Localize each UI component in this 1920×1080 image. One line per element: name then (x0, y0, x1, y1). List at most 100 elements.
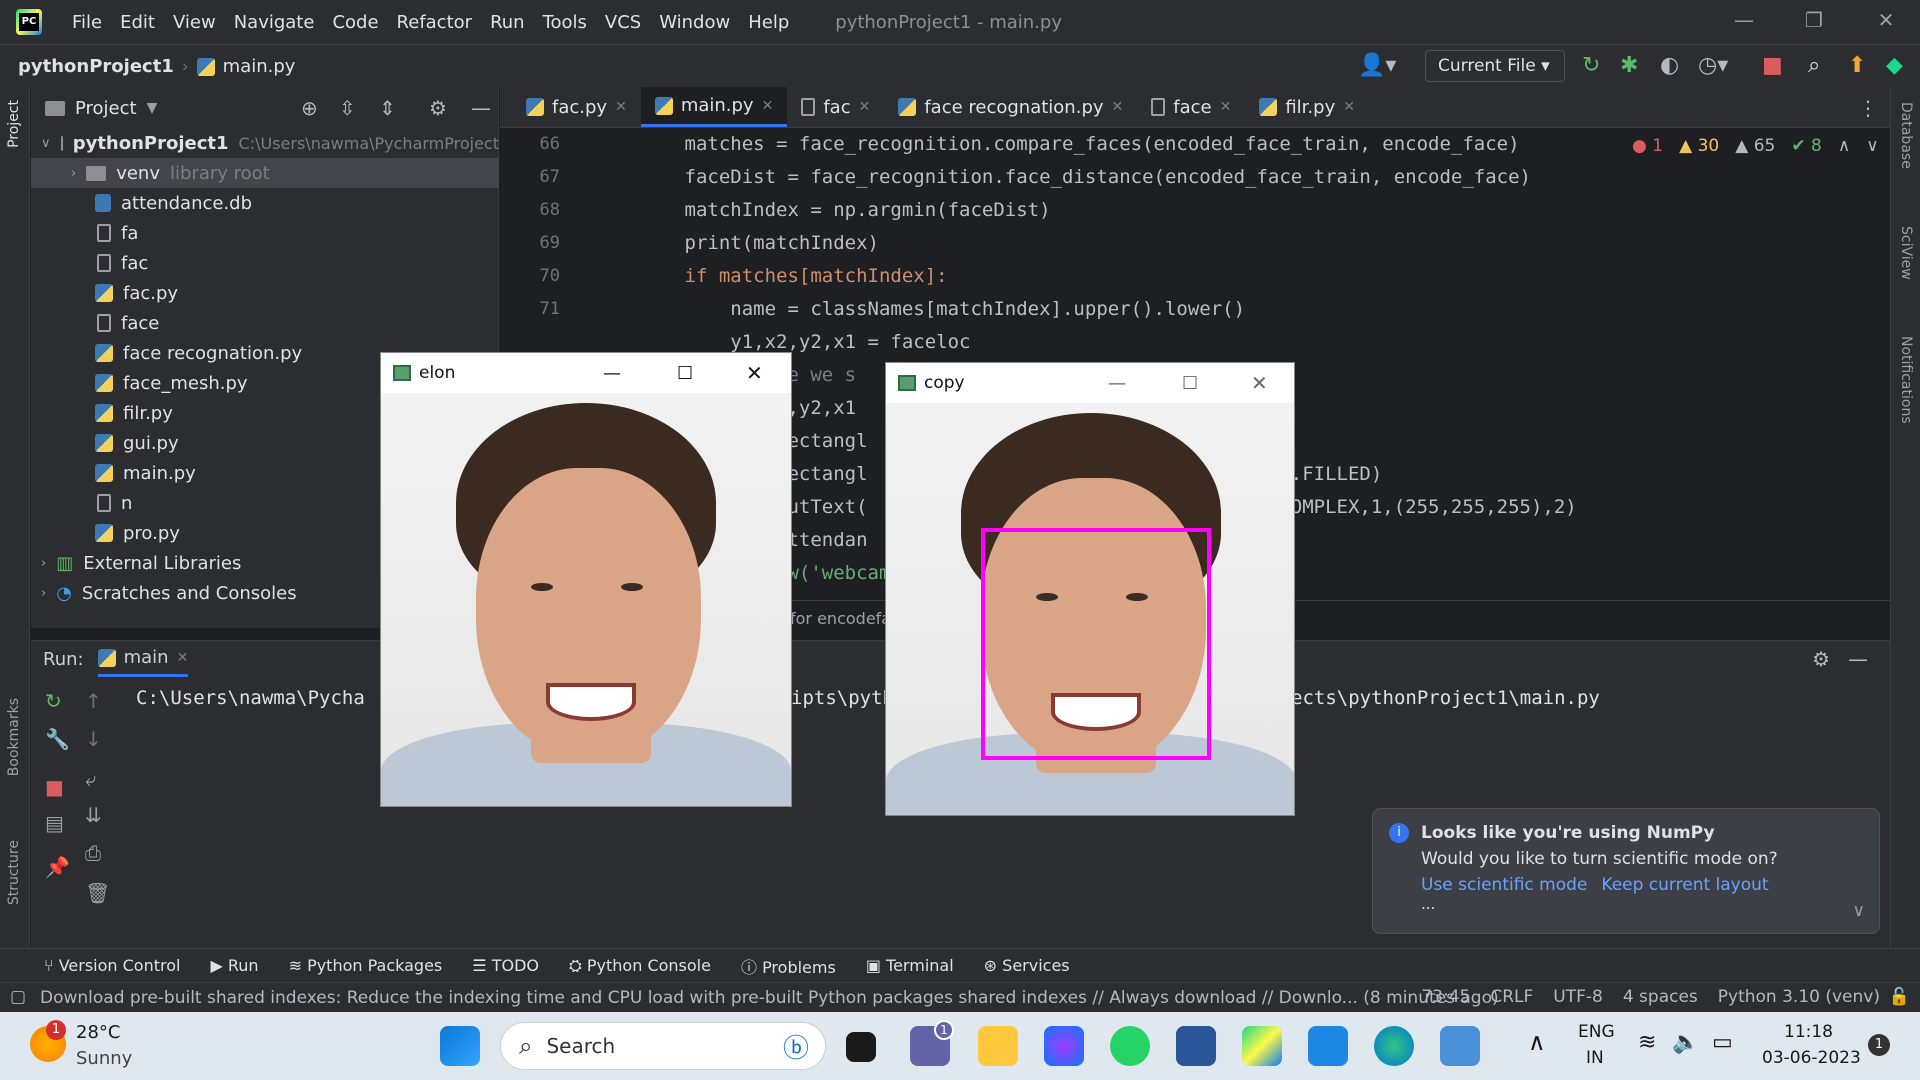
menu-vcs[interactable]: VCS (605, 12, 641, 33)
menu-window[interactable]: Window (659, 12, 730, 33)
image-window-titlebar[interactable]: copy — ☐ ✕ (886, 363, 1294, 403)
console-output[interactable]: C:\Users\nawma\Pycha (136, 687, 365, 709)
task-view-icon[interactable] (846, 1032, 876, 1062)
chevron-right-icon[interactable]: › (41, 586, 46, 601)
tree-item-fac[interactable]: fac (31, 248, 499, 278)
chevron-down-icon[interactable]: ∨ (1853, 901, 1865, 921)
project-panel-title[interactable]: Project (75, 98, 137, 119)
menu-refactor[interactable]: Refactor (397, 12, 473, 33)
more-tabs-icon[interactable]: ⋮ (1858, 96, 1878, 120)
tool-tab-python-console[interactable]: ⛭ Python Console (569, 956, 711, 976)
bing-icon[interactable]: ⓑ (783, 1028, 809, 1065)
minimize-icon[interactable]: — (1724, 8, 1764, 32)
line-separator[interactable]: CRLF (1490, 987, 1533, 1007)
image-window-elon[interactable]: elon — ☐ ✕ (380, 352, 792, 807)
weather-description[interactable]: Sunny (76, 1048, 132, 1069)
print-icon[interactable]: ⎙ (85, 841, 101, 865)
use-scientific-mode-link[interactable]: Use scientific mode (1421, 875, 1587, 895)
tool-tab-run[interactable]: ▶ Run (210, 956, 258, 975)
clock-date[interactable]: 03-06-2023 (1762, 1048, 1861, 1068)
minimize-icon[interactable]: — (1108, 373, 1126, 394)
menu-view[interactable]: View (173, 12, 216, 33)
taskbar-search[interactable]: ⌕ Search ⓑ (500, 1022, 826, 1070)
jetbrains-ai-icon[interactable]: ◆ (1886, 53, 1903, 78)
tab-fac-py[interactable]: fac.py ✕ (512, 87, 641, 127)
caret-position[interactable]: 73:45 (1421, 987, 1470, 1007)
code-line[interactable]: print(matchIndex) (593, 227, 1883, 260)
rerun-icon[interactable]: ↻ (1582, 53, 1600, 78)
chevron-down-icon[interactable]: ▼ (147, 100, 158, 116)
typo-count[interactable]: ✔ 8 (1791, 136, 1821, 156)
language-region[interactable]: IN (1586, 1048, 1604, 1068)
profile-icon[interactable]: ◷▾ (1698, 53, 1728, 78)
menu-code[interactable]: Code (332, 12, 378, 33)
close-tab-icon[interactable]: ✕ (1343, 99, 1355, 115)
numpy-notification[interactable]: i Looks like you're using NumPy Would yo… (1372, 808, 1880, 934)
edge-icon[interactable] (1374, 1026, 1414, 1066)
image-window-copy[interactable]: copy — ☐ ✕ (885, 362, 1295, 816)
trash-icon[interactable]: 🗑 (85, 881, 110, 905)
battery-icon[interactable]: ▭ (1712, 1030, 1733, 1055)
chevron-up-icon[interactable]: ∧ (1528, 1028, 1546, 1056)
status-message[interactable]: Download pre-built shared indexes: Reduc… (40, 988, 1499, 1008)
rerun-icon[interactable]: ↻ (45, 689, 62, 713)
messenger-icon[interactable] (1044, 1026, 1084, 1066)
language-code[interactable]: ENG (1578, 1022, 1615, 1042)
wrench-icon[interactable]: 🔧 (45, 727, 70, 751)
tree-item-fa[interactable]: fa (31, 218, 499, 248)
gear-icon[interactable]: ⚙ (1812, 647, 1830, 671)
warning-count[interactable]: ▲ 30 (1679, 136, 1719, 156)
code-line[interactable]: matchIndex = np.argmin(faceDist) (593, 194, 1883, 227)
tool-tab-version-control[interactable]: ⑂ Version Control (44, 956, 180, 975)
close-icon[interactable]: ✕ (1251, 371, 1268, 395)
console-output-mid[interactable]: ipts\pyth (791, 687, 894, 709)
chevron-up-icon[interactable]: ∧ (1838, 136, 1850, 156)
database-tool-button[interactable]: Database (1898, 102, 1914, 169)
maximize-icon[interactable]: ☐ (1182, 373, 1198, 394)
chevron-right-icon[interactable]: › (41, 556, 46, 571)
chevron-right-icon[interactable]: › (71, 166, 76, 181)
code-line[interactable]: if matches[matchIndex]: (593, 260, 1883, 293)
tool-tab-problems[interactable]: ⓘ Problems (741, 954, 836, 978)
tab-face-recognation-py[interactable]: face recognation.py ✕ (884, 87, 1137, 127)
tool-tab-services[interactable]: ⊛ Services (984, 956, 1070, 975)
tab-filr-py[interactable]: filr.py ✕ (1245, 87, 1369, 127)
error-count[interactable]: ● 1 (1632, 136, 1663, 156)
update-icon[interactable]: ⬆ (1848, 53, 1866, 78)
windows-start-icon[interactable] (440, 1026, 480, 1066)
wifi-icon[interactable]: ≋ (1638, 1030, 1656, 1055)
tree-item-face[interactable]: face (31, 308, 499, 338)
arrow-up-icon[interactable]: ↑ (85, 689, 102, 713)
user-icon[interactable]: 👤▾ (1358, 53, 1396, 78)
tree-item-attendance-db[interactable]: attendance.db (31, 188, 499, 218)
pycharm-logo-icon[interactable] (16, 9, 42, 35)
menu-navigate[interactable]: Navigate (234, 12, 315, 33)
stop-icon[interactable]: ■ (45, 775, 64, 799)
stop-icon[interactable]: ■ (1762, 53, 1783, 78)
scroll-to-end-icon[interactable]: ⇊ (85, 803, 102, 827)
project-tool-button[interactable]: Project (6, 100, 22, 148)
chevron-down-icon[interactable]: ∨ (1866, 136, 1878, 156)
close-tab-icon[interactable]: ✕ (1220, 99, 1232, 115)
weak-warning-count[interactable]: ▲ 65 (1735, 136, 1775, 156)
bookmarks-tool-button[interactable]: Bookmarks (6, 698, 22, 776)
close-tab-icon[interactable]: ✕ (762, 98, 774, 114)
code-line[interactable]: name = classNames[matchIndex].upper().lo… (593, 293, 1883, 326)
lock-icon[interactable]: 🔓 (1889, 987, 1910, 1007)
close-tab-icon[interactable]: ✕ (859, 99, 871, 115)
file-encoding[interactable]: UTF-8 (1553, 987, 1603, 1007)
word-icon[interactable] (1176, 1026, 1216, 1066)
restore-icon[interactable]: ❐ (1794, 8, 1834, 32)
clock-time[interactable]: 11:18 (1784, 1022, 1833, 1042)
menu-help[interactable]: Help (748, 12, 789, 33)
weather-temperature[interactable]: 28°C (76, 1022, 120, 1043)
tree-item-fac-py[interactable]: fac.py (31, 278, 499, 308)
coverage-icon[interactable]: ◐ (1660, 53, 1679, 78)
arrow-down-icon[interactable]: ↓ (85, 727, 102, 751)
soft-wrap-icon[interactable]: ⤶ (85, 767, 96, 791)
search-everywhere-icon[interactable]: ⌕ (1808, 53, 1820, 78)
debug-icon[interactable]: ✱ (1620, 53, 1638, 78)
breadcrumb-file[interactable]: main.py (196, 56, 295, 77)
sciview-tool-button[interactable]: SciView (1898, 226, 1914, 280)
volume-icon[interactable]: 🔈 (1672, 1030, 1699, 1055)
